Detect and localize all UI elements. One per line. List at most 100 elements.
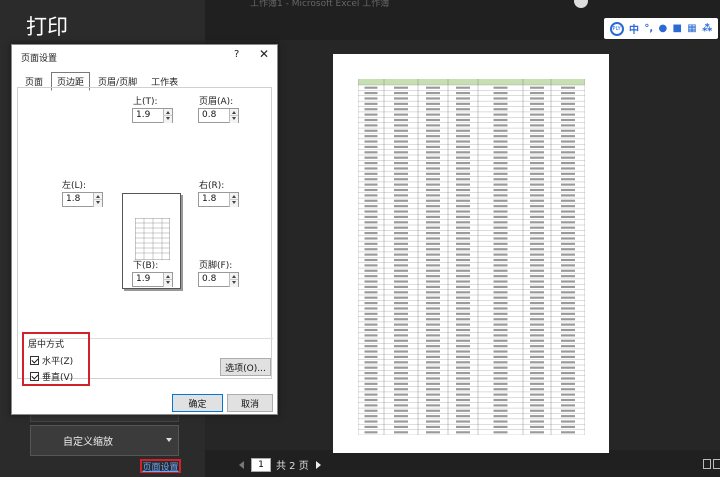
preview-cell-text (394, 275, 408, 278)
decrement-icon[interactable] (229, 116, 238, 123)
preview-cell-text (493, 404, 508, 407)
center-vertically-checkbox[interactable]: 垂直(V) (30, 370, 73, 383)
increment-icon[interactable] (163, 273, 172, 280)
preview-cell-text (456, 253, 470, 256)
current-page-input[interactable] (251, 457, 271, 472)
bottom-margin-spinner[interactable]: 1.9 (132, 272, 173, 287)
preview-cell-text (394, 323, 408, 326)
chevron-down-icon (166, 438, 172, 442)
checkmark-icon[interactable] (30, 372, 39, 381)
preview-cell-text (561, 221, 575, 224)
header-margin-value: 0.8 (202, 110, 217, 120)
preview-cell-text (530, 345, 544, 348)
scaling-dropdown[interactable]: 自定义缩放 (30, 425, 179, 456)
footer-margin-value: 0.8 (202, 274, 217, 284)
preview-cell-text (530, 350, 544, 353)
options-button[interactable]: 选项(O)... (220, 358, 271, 376)
preview-cell-text (456, 425, 470, 428)
preview-cell-text (561, 275, 575, 278)
preview-cell-text (426, 366, 440, 369)
preview-cell-text (561, 393, 575, 396)
preview-cell-text (394, 264, 408, 267)
increment-icon[interactable] (229, 109, 238, 116)
print-preview-page (333, 54, 609, 453)
preview-cell-text (364, 221, 378, 224)
ime-more-icon[interactable]: ⁂ (702, 23, 712, 34)
preview-cell-text (364, 258, 378, 262)
top-margin-spinner[interactable]: 1.9 (132, 108, 173, 123)
preview-cell-text (426, 307, 440, 310)
next-page-icon[interactable] (315, 460, 321, 469)
preview-cell-text (394, 388, 408, 391)
zoom-to-page-icon[interactable] (713, 459, 720, 469)
preview-cell-text (364, 366, 378, 369)
preview-cell-text (561, 183, 575, 186)
preview-cell-text (364, 113, 378, 116)
preview-cell-text (394, 242, 408, 245)
preview-cell-text (426, 372, 440, 375)
preview-cell-text (530, 135, 544, 138)
show-margins-icon[interactable] (703, 459, 711, 469)
preview-cell-text (561, 124, 575, 127)
preview-cell-text (530, 210, 544, 213)
preview-cell-text (493, 172, 508, 175)
ime-punctuation-icon[interactable]: °, (644, 23, 653, 34)
preview-cell-text (394, 302, 408, 305)
help-icon[interactable]: ? (234, 49, 239, 60)
preview-cell-text (426, 425, 440, 428)
preview-cell-text (530, 145, 544, 148)
preview-cell-text (561, 199, 575, 202)
decrement-icon[interactable] (93, 200, 102, 207)
decrement-icon[interactable] (229, 280, 238, 287)
preview-cell-text (364, 242, 378, 245)
preview-cell-text (364, 167, 378, 170)
preview-cell-text (426, 140, 440, 143)
preview-cell-text (530, 393, 544, 396)
preview-cell-text (364, 151, 378, 154)
preview-cell-text (561, 108, 575, 111)
decrement-icon[interactable] (163, 116, 172, 123)
ok-button[interactable]: 确定 (172, 394, 223, 412)
page-setup-link[interactable]: 页面设置 (140, 459, 181, 473)
increment-icon[interactable] (163, 109, 172, 116)
preview-cell-text (364, 129, 378, 132)
preview-cell-text (364, 372, 378, 375)
footer-margin-spinner[interactable]: 0.8 (198, 272, 239, 287)
preview-cell-text (493, 167, 508, 170)
preview-cell-text (493, 339, 508, 342)
preview-cell-text (493, 296, 508, 299)
ime-voice-icon[interactable]: ● (658, 23, 667, 34)
preview-cell-text (456, 339, 470, 342)
ime-logo-icon[interactable]: PLY (609, 21, 624, 36)
left-margin-spinner[interactable]: 1.8 (62, 192, 103, 207)
decrement-icon[interactable] (163, 280, 172, 287)
preview-cell-text (394, 118, 408, 122)
ime-keyboard-icon[interactable]: ▦ (687, 23, 696, 34)
increment-icon[interactable] (93, 193, 102, 200)
preview-cell-text (364, 140, 378, 143)
close-icon[interactable]: ✕ (259, 47, 269, 61)
preview-cell-text (364, 97, 378, 100)
increment-icon[interactable] (229, 273, 238, 280)
preview-cell-text (493, 275, 508, 278)
preview-cell-text (530, 156, 544, 159)
decrement-icon[interactable] (229, 200, 238, 207)
cancel-button[interactable]: 取消 (227, 394, 273, 412)
preview-cell-text (456, 118, 470, 122)
preview-cell-text (364, 92, 378, 95)
preview-cell-text (394, 415, 408, 418)
preview-cell-text (561, 205, 575, 208)
preview-cell-text (364, 280, 378, 283)
preview-cell-text (426, 167, 440, 170)
checkmark-icon[interactable] (30, 356, 39, 365)
preview-cell-text (493, 194, 508, 197)
preview-cell-text (426, 291, 440, 294)
preview-cell-text (530, 291, 544, 294)
right-margin-spinner[interactable]: 1.8 (198, 192, 239, 207)
increment-icon[interactable] (229, 193, 238, 200)
header-margin-spinner[interactable]: 0.8 (198, 108, 239, 123)
previous-page-icon[interactable] (239, 460, 244, 469)
ime-language-toggle[interactable]: 中 (629, 21, 639, 36)
ime-user-icon[interactable]: ■ (673, 23, 682, 34)
center-horizontally-checkbox[interactable]: 水平(Z) (30, 354, 73, 367)
